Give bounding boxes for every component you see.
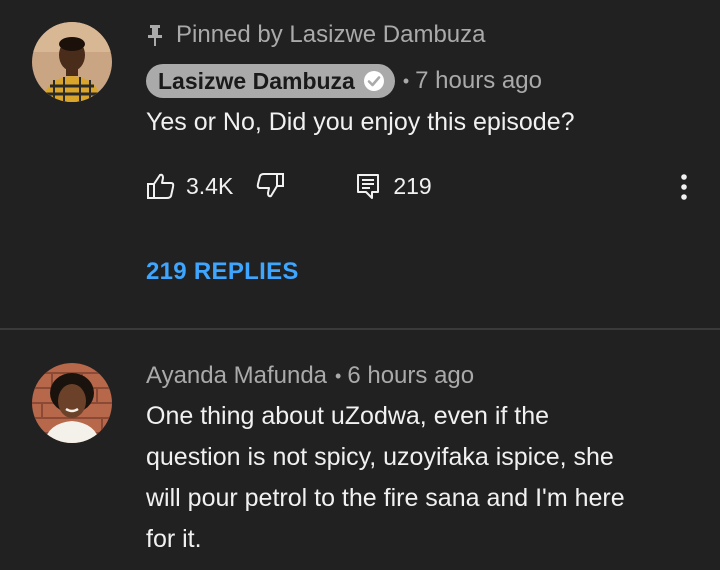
author-name[interactable]: Ayanda Mafunda bbox=[146, 362, 327, 390]
verified-check-icon bbox=[363, 71, 384, 91]
comment-header: Ayanda Mafunda • 6 hours ago bbox=[146, 362, 474, 390]
like-count: 3.4K bbox=[186, 172, 234, 199]
separator-dot: • bbox=[335, 365, 342, 386]
pinned-comment: Pinned by Lasizwe Dambuza Lasizwe Dambuz… bbox=[0, 0, 720, 328]
separator-dot: • bbox=[402, 70, 410, 91]
avatar-lasizwe-image bbox=[32, 22, 112, 102]
comment-icon bbox=[357, 174, 380, 199]
avatar[interactable] bbox=[32, 22, 112, 102]
comment-text-line: One thing about uZodwa, even if the bbox=[146, 402, 550, 430]
comment-text-line: will pour petrol to the fire sana and I'… bbox=[146, 484, 625, 512]
comment-text: Yes or No, Did you enjoy this episode? bbox=[146, 108, 575, 136]
avatar-ayanda-image bbox=[32, 363, 112, 443]
pinned-indicator: Pinned by Lasizwe Dambuza bbox=[146, 20, 486, 50]
reply-count: 219 bbox=[393, 172, 432, 199]
more-vert-icon[interactable] bbox=[672, 172, 696, 202]
comment-header: Lasizwe Dambuza • 7 hours ago bbox=[146, 64, 542, 98]
avatar[interactable] bbox=[32, 363, 112, 443]
comment-actions: 3.4K 219 bbox=[146, 170, 432, 202]
comment-text-line: for it. bbox=[146, 525, 202, 553]
author-chip[interactable]: Lasizwe Dambuza bbox=[146, 64, 395, 98]
pin-icon bbox=[148, 25, 162, 46]
like-button[interactable]: 3.4K bbox=[146, 171, 233, 201]
thumbs-down-icon bbox=[257, 173, 285, 198]
view-replies-link[interactable]: 219 REPLIES bbox=[146, 258, 299, 286]
author-name: Lasizwe Dambuza bbox=[158, 67, 355, 94]
comment-text: One thing about uZodwa, even if the ques… bbox=[146, 396, 625, 560]
reply-button[interactable]: 219 bbox=[355, 172, 432, 200]
comment-text-line: question is not spicy, uzoyifaka ispice,… bbox=[146, 443, 614, 471]
pinned-label: Pinned by Lasizwe Dambuza bbox=[176, 21, 486, 48]
comment-time[interactable]: 6 hours ago bbox=[347, 362, 474, 390]
comment-time[interactable]: 7 hours ago bbox=[415, 67, 542, 95]
thumbs-up-icon bbox=[147, 173, 175, 199]
comment: Ayanda Mafunda • 6 hours ago One thing a… bbox=[0, 330, 720, 570]
dislike-button[interactable] bbox=[255, 171, 285, 201]
